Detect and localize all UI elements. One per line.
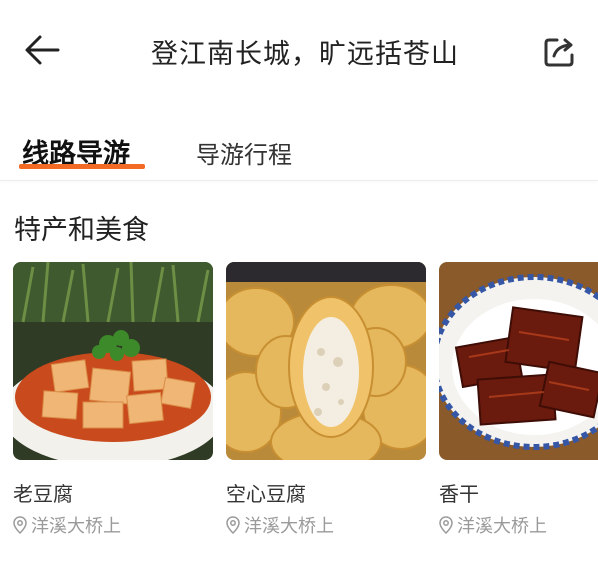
food-card-hollow-tofu[interactable]: 空心豆腐 洋溪大桥上 xyxy=(226,262,426,537)
share-button[interactable] xyxy=(540,32,580,72)
tab-guide-itinerary[interactable]: 导游行程 xyxy=(196,135,292,170)
location-text: 洋溪大桥上 xyxy=(244,516,334,537)
location-text: 洋溪大桥上 xyxy=(457,516,547,537)
section-title: 特产和美食 xyxy=(14,215,149,246)
food-image xyxy=(13,262,213,460)
food-image xyxy=(226,262,426,460)
tab-divider xyxy=(0,180,598,181)
food-location: 洋溪大桥上 xyxy=(226,512,334,538)
location-pin-icon xyxy=(439,516,453,534)
food-location: 洋溪大桥上 xyxy=(439,512,547,538)
food-card-dried-tofu[interactable]: 香干 洋溪大桥上 xyxy=(439,262,598,537)
food-card-old-tofu[interactable]: 老豆腐 洋溪大桥上 xyxy=(13,262,213,537)
location-text: 洋溪大桥上 xyxy=(31,516,121,537)
location-pin-icon xyxy=(226,516,240,534)
active-tab-indicator xyxy=(19,164,145,169)
food-name: 老豆腐 xyxy=(13,482,73,506)
food-location: 洋溪大桥上 xyxy=(13,512,121,538)
page-title: 登江南长城，旷远括苍山 xyxy=(151,39,459,70)
location-pin-icon xyxy=(13,516,27,534)
share-icon xyxy=(544,38,574,67)
back-button[interactable] xyxy=(22,30,62,70)
food-name: 空心豆腐 xyxy=(226,482,306,506)
food-name: 香干 xyxy=(439,482,479,506)
arrow-left-icon xyxy=(25,35,60,65)
top-bar: 登江南长城，旷远括苍山 xyxy=(0,0,598,104)
food-image xyxy=(439,262,598,460)
tab-bar: 线路导游 导游行程 xyxy=(0,132,598,180)
